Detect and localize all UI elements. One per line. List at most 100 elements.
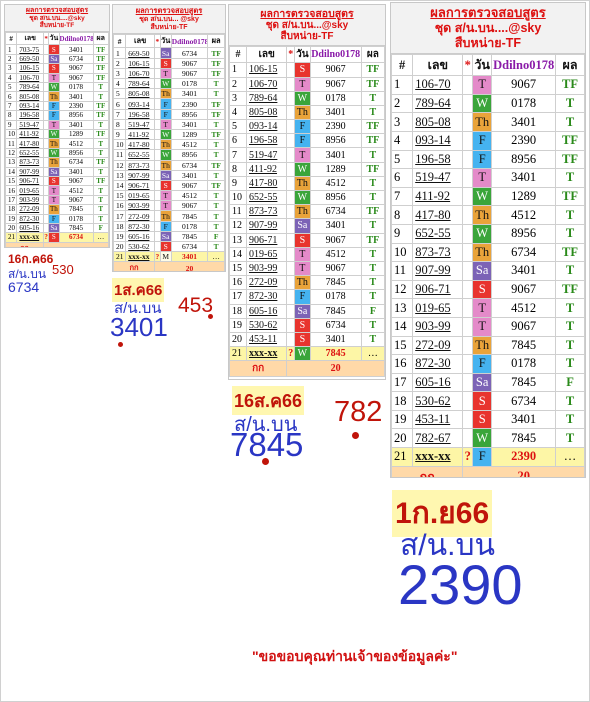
value: 9067 <box>170 57 209 69</box>
table-row: 1 669-50 Sa 6734 TF <box>113 47 225 59</box>
value: 8956 <box>309 133 362 149</box>
result: TF <box>360 204 385 220</box>
row-index: 6 <box>5 91 18 102</box>
table-row: 8 196-58 F 8956 TF <box>5 110 109 121</box>
day-code: Sa <box>48 166 60 177</box>
result: TF <box>555 149 585 170</box>
row-index: 15 <box>391 335 414 356</box>
table-row: 10 411-92 W 1289 TF <box>5 128 109 140</box>
day-code: F <box>48 110 60 121</box>
row-index: 17 <box>391 372 414 393</box>
number-pair: 196-58 <box>412 149 464 170</box>
header-cell: Ddilno0178 <box>491 54 557 77</box>
panel-header-line3: สืบหน่าย-TF <box>280 31 334 43</box>
result: TF <box>360 161 385 177</box>
number-pair: 872-30 <box>412 354 464 374</box>
day-code: W <box>472 93 493 114</box>
day-code: W <box>472 223 493 244</box>
result: T <box>360 331 385 348</box>
side-number-3: 782 <box>334 396 383 428</box>
value: 4512 <box>309 175 362 192</box>
row-index: 17 <box>229 289 248 305</box>
value: 0178 <box>309 90 362 106</box>
day-code: F <box>159 220 172 232</box>
value: 4512 <box>170 190 209 202</box>
result: T <box>555 391 585 411</box>
row-index: 14 <box>5 166 18 177</box>
number-pair: 873-73 <box>125 159 156 171</box>
day-code: F <box>472 354 493 374</box>
table-row: 13 906-71 S 9067 TF <box>229 232 385 248</box>
row-index: 2 <box>229 76 248 92</box>
day-code: W <box>294 346 311 362</box>
row-index: 11 <box>5 138 18 149</box>
table-row: 15 903-99 T 9067 T <box>229 260 385 277</box>
marker-dot <box>118 342 123 347</box>
panel-header: ผลการตรวจสอบสูตร ชุด ส/น.บน....@sky สืบหน่… <box>5 5 109 33</box>
value: 9067 <box>491 316 557 337</box>
day-code: Th <box>159 88 172 100</box>
day-code: S <box>472 391 493 411</box>
result: TF <box>92 110 109 121</box>
header-cell: วัน <box>294 46 311 64</box>
marker <box>462 335 474 356</box>
result: TF <box>360 119 385 135</box>
day-code: W <box>294 161 311 177</box>
table-row: 11 417-80 Th 4512 T <box>5 138 109 149</box>
number-pair: 417-80 <box>125 139 156 151</box>
marker <box>462 223 474 244</box>
row-index: 14 <box>391 316 414 337</box>
value: 2390 <box>491 447 557 467</box>
marker <box>462 112 474 132</box>
number-pair: 196-58 <box>246 133 288 149</box>
row-index: 3 <box>229 90 248 106</box>
result: T <box>555 298 585 318</box>
number-pair: 453-11 <box>412 409 464 430</box>
result: T <box>555 335 585 356</box>
day-code: S <box>472 279 493 300</box>
header-cell: # <box>113 34 127 49</box>
day-code: W <box>294 90 311 106</box>
result: T <box>92 82 109 93</box>
table-row: 13 907-99 Sa 3401 T <box>113 169 225 181</box>
value: 9067 <box>491 75 557 95</box>
table-row: 11 873-73 Th 6734 TF <box>229 204 385 220</box>
row-index: 4 <box>229 104 248 121</box>
table-row: 10 873-73 Th 6734 TF <box>391 242 585 263</box>
table-row: 19 605-16 Sa 7845 F <box>113 230 225 243</box>
row-index: 1 <box>113 47 127 59</box>
row-index: 1 <box>229 62 248 78</box>
row-index: 11 <box>229 204 248 220</box>
row-index: 12 <box>391 279 414 300</box>
day-code: S <box>472 409 493 430</box>
header-cell: Ddilno0178 <box>58 32 94 46</box>
table-row: 20 453-11 S 3401 T <box>229 331 385 348</box>
table-row: 10 652-55 W 8956 T <box>229 189 385 206</box>
day-code: T <box>159 190 172 202</box>
row-index: 19 <box>5 213 18 224</box>
panel-header-line3: สืบหน่าย-TF <box>39 22 75 30</box>
panel-header: ผลการตรวจสอบสูตร ชุด ส/น.บน...@sky สืบหน่า… <box>229 5 385 47</box>
result: TF <box>360 76 385 92</box>
table-row: 6 196-58 F 8956 TF <box>229 133 385 149</box>
marker-dot <box>262 458 269 465</box>
row-index: 6 <box>113 98 127 110</box>
marker <box>286 317 296 333</box>
result: T <box>92 213 109 224</box>
value: 9067 <box>309 232 362 248</box>
thanks-text: "ขอขอบคุณท่านเจ้าของข้อมูลค่ะ" <box>252 648 458 664</box>
result: TF <box>92 175 109 187</box>
marker <box>286 76 296 92</box>
day-code: T <box>48 194 60 206</box>
marker <box>286 90 296 106</box>
row-index: 13 <box>5 157 18 168</box>
day-code: S <box>294 317 311 333</box>
row-index: 5 <box>391 149 414 170</box>
marker <box>462 372 474 393</box>
number-pair: 789-64 <box>16 82 45 93</box>
result: TF <box>92 157 109 168</box>
summary-row: กก <box>5 241 109 247</box>
value: 3401 <box>58 91 94 102</box>
number-pair: 873-73 <box>412 242 464 263</box>
value: 7845 <box>491 372 557 393</box>
